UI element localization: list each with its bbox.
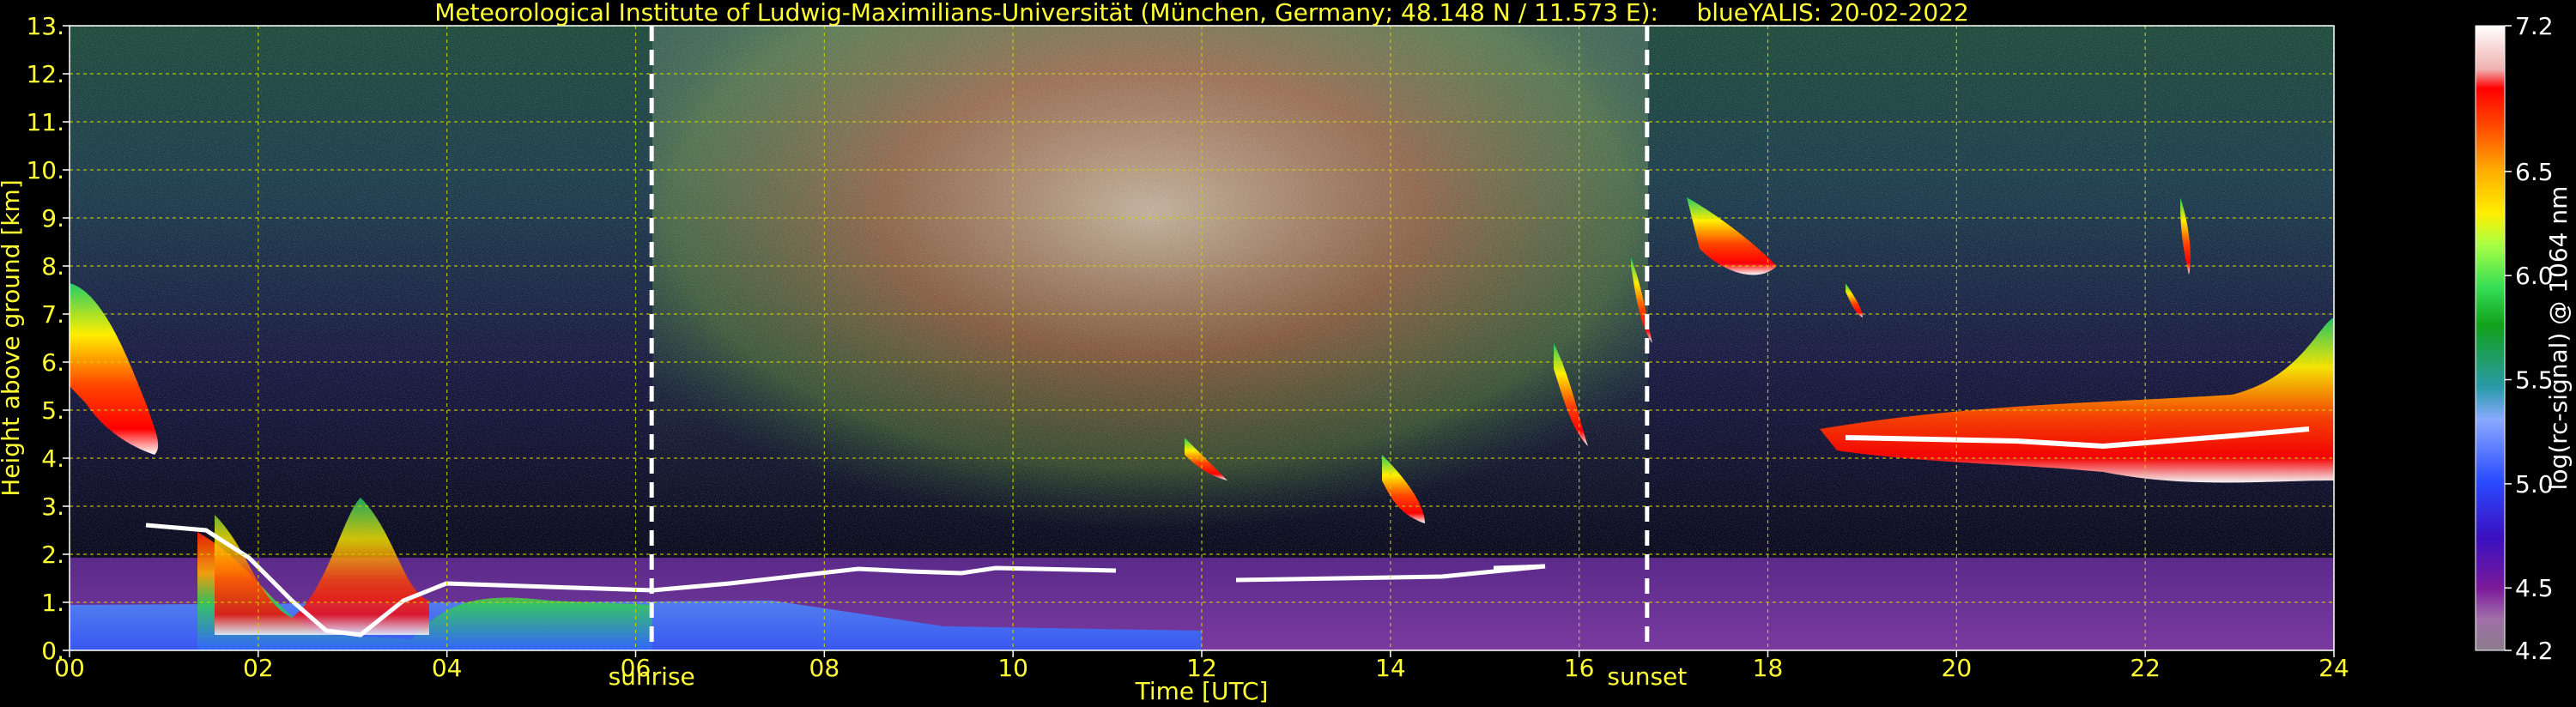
y-tick-label: 7. xyxy=(41,300,64,329)
y-tick-label: 8. xyxy=(41,252,64,281)
colorbar-tick-label: 4.2 xyxy=(2515,637,2554,665)
marker-label-sunset: sunset xyxy=(1607,662,1687,691)
y-tick-label: 0. xyxy=(41,637,64,665)
x-tick-label: 02 xyxy=(243,654,274,682)
x-tick-label: 20 xyxy=(1942,654,1973,682)
y-tick-label: 5. xyxy=(41,396,64,425)
y-tick-label: 6. xyxy=(41,348,64,377)
y-axis-ticks: 0. 1. 2. 3. 4. 5. 6. 7. 8. 9. 10. 11. 12. 13. xyxy=(26,12,70,665)
colorbar: 4.24.55.05.56.06.57.2 log(rc-signal) @ 1… xyxy=(2475,12,2573,665)
x-tick-label: 18 xyxy=(1753,654,1784,682)
x-tick-label: 08 xyxy=(809,654,840,682)
x-axis-label: Time [UTC] xyxy=(1135,677,1269,705)
y-tick-label: 12. xyxy=(26,60,64,88)
y-tick-label: 9. xyxy=(41,204,64,233)
y-tick-label: 3. xyxy=(41,492,64,521)
lidar-quicklook-chart: sunrise sunset 00 02 04 06 08 10 12 14 16 18 20 22 24… xyxy=(0,0,2573,705)
x-tick-label: 16 xyxy=(1564,654,1595,682)
colorbar-tick-label: 6.5 xyxy=(2515,158,2554,186)
colorbar-tick-label: 4.5 xyxy=(2515,574,2554,602)
y-tick-label: 4. xyxy=(41,444,64,473)
y-tick-label: 13. xyxy=(26,12,64,40)
x-tick-label: 22 xyxy=(2130,654,2161,682)
x-tick-label: 24 xyxy=(2318,654,2349,682)
x-tick-label: 14 xyxy=(1375,654,1406,682)
chart-title: Meteorological Institute of Ludwig-Maxim… xyxy=(434,0,1969,27)
y-tick-label: 11. xyxy=(26,108,64,136)
y-tick-label: 1. xyxy=(41,589,64,617)
y-tick-label: 2. xyxy=(41,541,64,569)
y-axis-label: Height above ground [km] xyxy=(0,179,25,497)
colorbar-tick-label: 7.2 xyxy=(2515,12,2554,40)
colorbar-label: log(rc-signal) @ 1064 nm xyxy=(2544,186,2573,491)
x-tick-label: 06 xyxy=(621,654,652,682)
colorbar-scale xyxy=(2475,25,2506,651)
x-tick-label: 04 xyxy=(432,654,463,682)
x-tick-label: 10 xyxy=(997,654,1028,682)
y-tick-label: 10. xyxy=(26,156,64,184)
